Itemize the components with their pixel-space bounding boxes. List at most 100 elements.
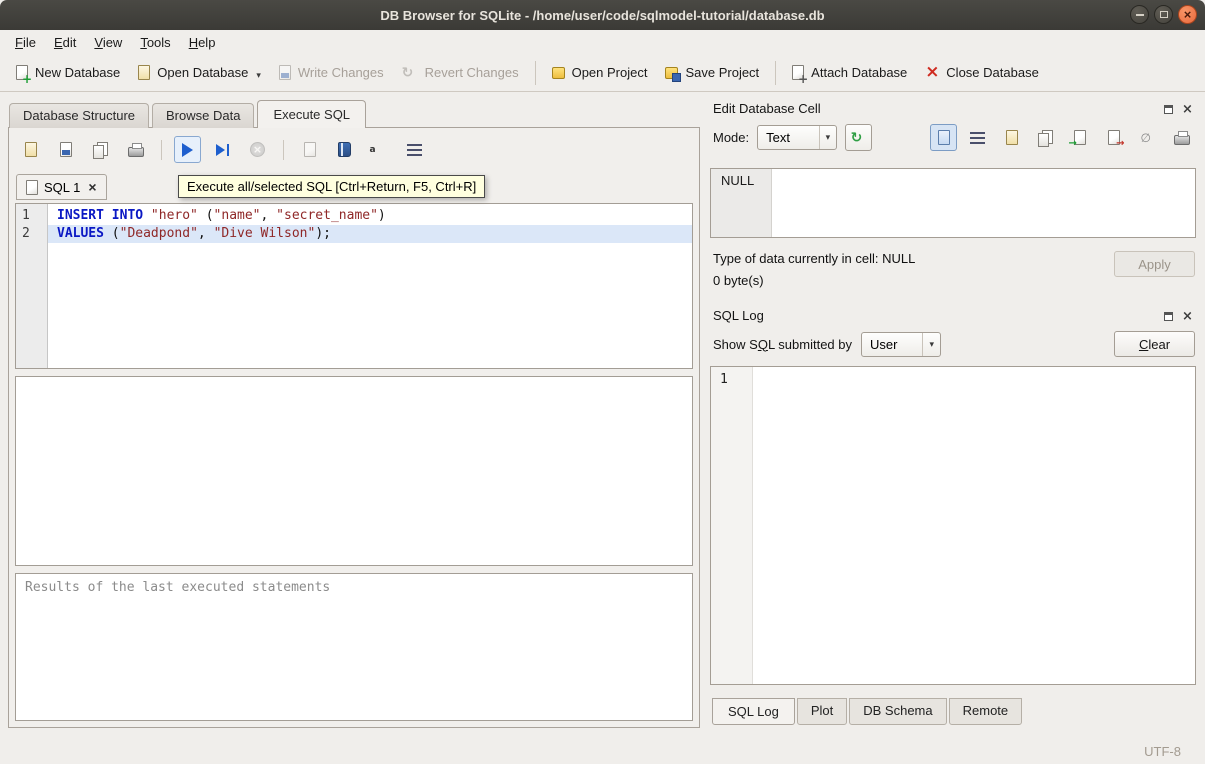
save-sql-file-icon	[60, 142, 72, 157]
find-replace-button[interactable]	[366, 136, 393, 163]
toolbar-separator	[161, 140, 162, 160]
mode-value: Text	[766, 130, 790, 145]
dock-tab-sql-log[interactable]: SQL Log	[712, 698, 795, 725]
open-sql-file-icon	[25, 142, 37, 157]
dock-tab-remote[interactable]: Remote	[949, 698, 1023, 725]
revert-changes-button: Revert Changes	[393, 59, 528, 87]
close-glyph	[1182, 105, 1192, 115]
window-controls: ×	[1130, 5, 1197, 24]
dock-close-icon[interactable]	[1182, 101, 1192, 116]
menu-help[interactable]: Help	[180, 32, 225, 53]
tab-execute-sql[interactable]: Execute SQL	[257, 100, 366, 128]
print-icon	[128, 147, 144, 157]
sql-line-number-gutter: 12	[16, 204, 48, 368]
execute-current-line-button[interactable]	[209, 136, 236, 163]
save-data-button[interactable]	[1032, 124, 1059, 151]
open-project-icon	[552, 67, 565, 79]
word-wrap-button[interactable]	[964, 124, 991, 151]
write-changes-icon	[279, 65, 291, 80]
save-results-icon	[304, 142, 316, 157]
log-filter-combobox[interactable]: User ▾	[861, 332, 941, 357]
save-project-icon	[665, 67, 678, 79]
format-lines-button[interactable]	[401, 136, 428, 163]
mode-combo-arrow-icon: ▾	[819, 126, 831, 149]
dock-tab-db-schema[interactable]: DB Schema	[849, 698, 946, 725]
import-data-icon	[1074, 130, 1086, 145]
dock-tab-bar: SQL LogPlotDB SchemaRemote	[710, 698, 1196, 725]
print-cell-button[interactable]	[1168, 124, 1195, 151]
menu-tools[interactable]: Tools	[131, 32, 179, 53]
minimize-icon	[1136, 14, 1144, 16]
float-glyph	[1164, 312, 1173, 321]
export-data-icon	[1108, 130, 1120, 145]
code-line-2: VALUES ("Deadpond", "Dive Wilson");	[48, 225, 692, 243]
browse-docs-button[interactable]	[331, 136, 358, 163]
close-glyph	[1182, 312, 1192, 322]
execute-all-button[interactable]	[174, 136, 201, 163]
apply-format-icon	[851, 130, 867, 146]
execute-sql-panel: SQL 1 × Execute all/selected SQL [Ctrl+R…	[8, 127, 700, 728]
word-wrap-icon	[970, 132, 985, 144]
sql-editor-toolbar	[9, 128, 699, 167]
export-data-button[interactable]	[1100, 124, 1127, 151]
tab-database-structure[interactable]: Database Structure	[9, 103, 149, 128]
results-placeholder: Results of the last executed statements	[25, 580, 330, 595]
open-project-button[interactable]: Open Project	[543, 59, 657, 86]
sql-tab-close-icon[interactable]: ×	[88, 181, 96, 193]
close-database-button[interactable]: Close Database	[916, 59, 1048, 86]
cell-type-info: Type of data currently in cell: NULL	[713, 251, 915, 266]
print-button[interactable]	[122, 136, 149, 163]
open-data-button[interactable]	[998, 124, 1025, 151]
save-sql-file-button[interactable]	[52, 136, 79, 163]
sql-log-dock-header: SQL Log	[710, 301, 1196, 330]
sql-code-editor[interactable]: 12 INSERT INTO "hero" ("name", "secret_n…	[15, 203, 693, 369]
browse-docs-icon	[338, 142, 351, 157]
messages-pane: Results of the last executed statements	[15, 573, 693, 721]
save-project-button[interactable]: Save Project	[656, 59, 768, 86]
open-database-label: Open Database	[157, 65, 248, 80]
revert-changes-label: Revert Changes	[425, 65, 519, 80]
write-changes-button: Write Changes	[270, 59, 393, 86]
sql-log-title: SQL Log	[713, 308, 764, 323]
apply-format-button[interactable]	[845, 124, 872, 151]
cell-toolbar	[930, 124, 1195, 151]
clear-log-button[interactable]: Clear	[1114, 331, 1195, 357]
text-mode-icon	[938, 130, 950, 145]
dock-tab-plot[interactable]: Plot	[797, 698, 847, 725]
log-filter-value: User	[870, 337, 897, 352]
execute-all-icon	[182, 143, 193, 157]
save-project-label: Save Project	[685, 65, 759, 80]
set-null-icon	[1141, 131, 1155, 145]
sql-tab[interactable]: SQL 1 ×	[16, 174, 107, 200]
new-database-button[interactable]: New Database	[7, 59, 129, 86]
menu-file[interactable]: File	[6, 32, 45, 53]
main-tab-bar: Database StructureBrowse DataExecute SQL	[8, 97, 700, 127]
import-data-button[interactable]	[1066, 124, 1093, 151]
set-null-button[interactable]	[1134, 124, 1161, 151]
log-dock-float-icon[interactable]	[1164, 308, 1173, 323]
close-database-label: Close Database	[946, 65, 1039, 80]
cell-value-editor[interactable]: NULL	[710, 168, 1196, 238]
open-project-label: Open Project	[572, 65, 648, 80]
attach-database-label: Attach Database	[811, 65, 907, 80]
menu-edit[interactable]: Edit	[45, 32, 85, 53]
menu-view[interactable]: View	[85, 32, 131, 53]
encoding-indicator[interactable]: UTF-8	[1144, 744, 1181, 759]
attach-database-button[interactable]: Attach Database	[783, 59, 916, 86]
open-database-button[interactable]: Open Database ▾	[129, 58, 270, 87]
save-sql-as-button[interactable]	[87, 136, 114, 163]
minimize-button[interactable]	[1130, 5, 1149, 24]
dock-float-icon[interactable]	[1164, 101, 1173, 116]
close-window-button[interactable]: ×	[1178, 5, 1197, 24]
maximize-button[interactable]	[1154, 5, 1173, 24]
write-changes-label: Write Changes	[298, 65, 384, 80]
execute-current-line-icon	[216, 143, 230, 157]
log-dock-close-icon[interactable]	[1182, 308, 1192, 323]
open-database-icon	[138, 65, 150, 80]
log-text-area	[753, 367, 1195, 684]
mode-combobox[interactable]: Text ▾	[757, 125, 837, 150]
text-mode-button[interactable]	[930, 124, 957, 151]
open-database-dropdown-icon[interactable]: ▾	[256, 64, 261, 81]
open-sql-file-button[interactable]	[17, 136, 44, 163]
tab-browse-data[interactable]: Browse Data	[152, 103, 254, 128]
